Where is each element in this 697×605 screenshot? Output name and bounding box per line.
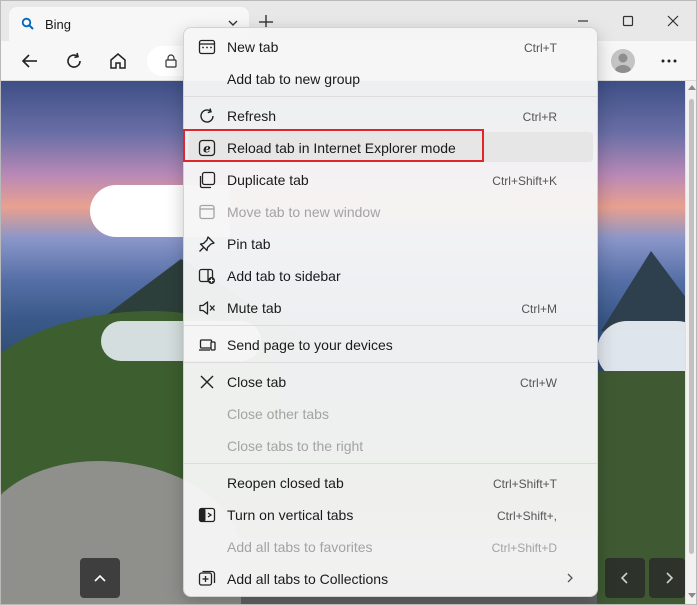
menu-item-label: Duplicate tab	[227, 172, 309, 188]
maximize-icon[interactable]	[620, 13, 636, 29]
search-icon	[21, 17, 34, 30]
menu-item-mute-tab[interactable]: Mute tab Ctrl+M	[188, 292, 593, 322]
pin-icon	[199, 236, 215, 252]
address-bar[interactable]	[147, 46, 187, 76]
scroll-up-button[interactable]	[80, 558, 120, 598]
vertical-tabs-icon	[198, 507, 216, 523]
menu-item-add-tab-to-new-group[interactable]: Add tab to new group	[188, 63, 593, 93]
menu-separator	[184, 96, 597, 97]
menu-item-close-tabs-to-right[interactable]: Close tabs to the right	[188, 430, 593, 460]
menu-item-label: Add tab to new group	[227, 71, 361, 87]
home-icon[interactable]	[108, 51, 128, 71]
menu-item-label: Reopen closed tab	[227, 475, 344, 491]
mountain-shape-right	[601, 251, 685, 331]
menu-item-label: New tab	[227, 39, 279, 55]
profile-icon	[615, 53, 631, 73]
duplicate-icon	[199, 171, 216, 189]
lock-icon[interactable]	[165, 54, 177, 68]
sidebar-icon	[198, 268, 215, 284]
highlight-box	[183, 129, 484, 162]
mute-icon	[199, 301, 215, 315]
chevron-right-icon	[666, 572, 674, 584]
menu-item-label: Add all tabs to favorites	[227, 539, 373, 555]
menu-item-label: Mute tab	[227, 300, 282, 316]
menu-item-label: Move tab to new window	[227, 204, 381, 220]
menu-item-add-all-tabs-to-collections[interactable]: Add all tabs to Collections	[188, 563, 593, 593]
menu-item-shortcut: Ctrl+M	[521, 302, 557, 316]
menu-item-label: Send page to your devices	[227, 337, 393, 353]
menu-item-label: Add tab to sidebar	[227, 268, 341, 284]
menu-item-new-tab[interactable]: New tab Ctrl+T	[188, 31, 593, 61]
menu-item-pin-tab[interactable]: Pin tab	[188, 228, 593, 258]
close-window-icon[interactable]	[665, 13, 681, 29]
refresh-icon[interactable]	[64, 51, 84, 71]
menu-item-add-tab-to-sidebar[interactable]: Add tab to sidebar	[188, 260, 593, 290]
menu-separator	[184, 325, 597, 326]
menu-item-label: Turn on vertical tabs	[227, 507, 354, 523]
menu-item-shortcut: Ctrl+Shift+,	[496, 509, 557, 523]
menu-item-move-tab-to-new-window[interactable]: Move tab to new window	[188, 196, 593, 226]
menu-item-label: Refresh	[227, 108, 277, 124]
menu-item-refresh[interactable]: Refresh Ctrl+R	[188, 100, 593, 130]
menu-item-add-all-tabs-to-favorites[interactable]: Add all tabs to favorites Ctrl+Shift+D	[188, 531, 593, 561]
menu-item-shortcut: Ctrl+T	[524, 41, 557, 55]
menu-item-label: Close tabs to the right	[227, 438, 364, 454]
scroll-up-arrow-icon[interactable]	[688, 85, 696, 90]
menu-item-shortcut: Ctrl+Shift+D	[491, 541, 557, 555]
menu-separator	[184, 463, 597, 464]
menu-item-close-other-tabs[interactable]: Close other tabs	[188, 398, 593, 428]
menu-separator	[184, 362, 597, 363]
vertical-scrollbar[interactable]	[685, 81, 696, 604]
browser-window: Bing New tab Ctrl+T Add tab to new group…	[0, 0, 697, 605]
menu-item-shortcut: Ctrl+W	[520, 376, 557, 390]
menu-item-reopen-closed-tab[interactable]: Reopen closed tab Ctrl+Shift+T	[188, 467, 593, 497]
menu-item-vertical-tabs[interactable]: Turn on vertical tabs Ctrl+Shift+,	[188, 499, 593, 529]
scrollbar-thumb[interactable]	[689, 99, 694, 554]
menu-item-label: Close tab	[227, 374, 287, 390]
new-tab-icon	[198, 39, 216, 55]
menu-item-label: Pin tab	[227, 236, 271, 252]
move-window-icon	[199, 204, 215, 220]
menu-item-label: Add all tabs to Collections	[227, 571, 389, 587]
menu-item-shortcut: Ctrl+R	[522, 110, 557, 124]
menu-item-label: Close other tabs	[227, 406, 329, 422]
menu-item-send-to-devices[interactable]: Send page to your devices	[188, 329, 593, 359]
chevron-right-icon	[567, 573, 573, 583]
next-image-button[interactable]	[649, 558, 685, 598]
menu-item-shortcut: Ctrl+Shift+K	[492, 174, 557, 188]
tab-context-menu: New tab Ctrl+T Add tab to new group Refr…	[183, 27, 598, 597]
chevron-up-icon	[94, 574, 106, 582]
menu-item-close-tab[interactable]: Close tab Ctrl+W	[188, 366, 593, 396]
menu-item-shortcut: Ctrl+Shift+T	[492, 477, 557, 491]
tab-title: Bing	[45, 17, 72, 32]
previous-image-button[interactable]	[605, 558, 645, 598]
more-options-icon[interactable]	[659, 51, 679, 71]
collections-icon	[198, 570, 216, 586]
back-icon[interactable]	[20, 51, 40, 71]
refresh-icon	[200, 108, 214, 123]
chevron-left-icon	[620, 572, 628, 584]
devices-icon	[199, 339, 216, 351]
close-icon	[200, 375, 214, 389]
menu-item-duplicate-tab[interactable]: Duplicate tab Ctrl+Shift+K	[188, 164, 593, 194]
avatar[interactable]	[611, 49, 635, 73]
scroll-down-arrow-icon[interactable]	[688, 593, 696, 598]
